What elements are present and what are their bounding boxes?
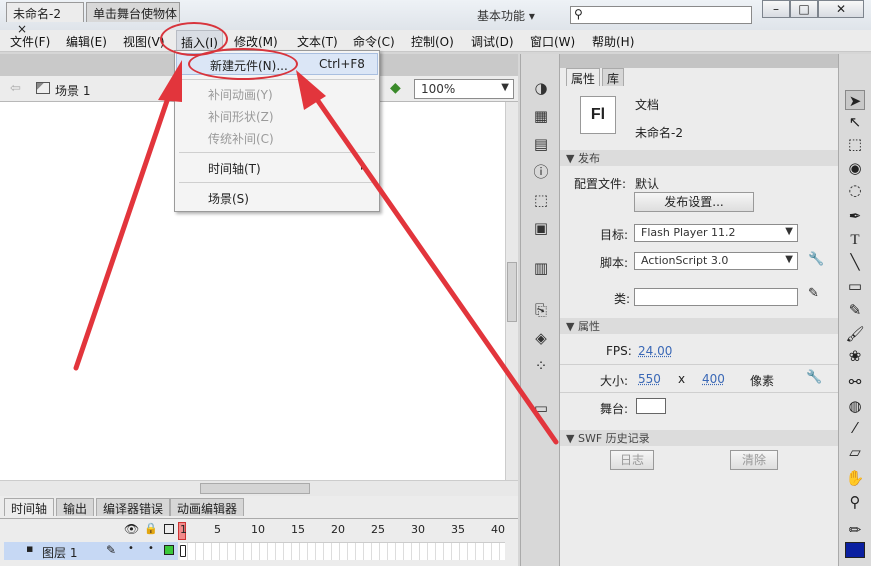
arrow-line [73,89,173,371]
arrowhead [158,60,182,102]
arrow-line [313,95,559,445]
annotation-arrows [73,60,559,445]
